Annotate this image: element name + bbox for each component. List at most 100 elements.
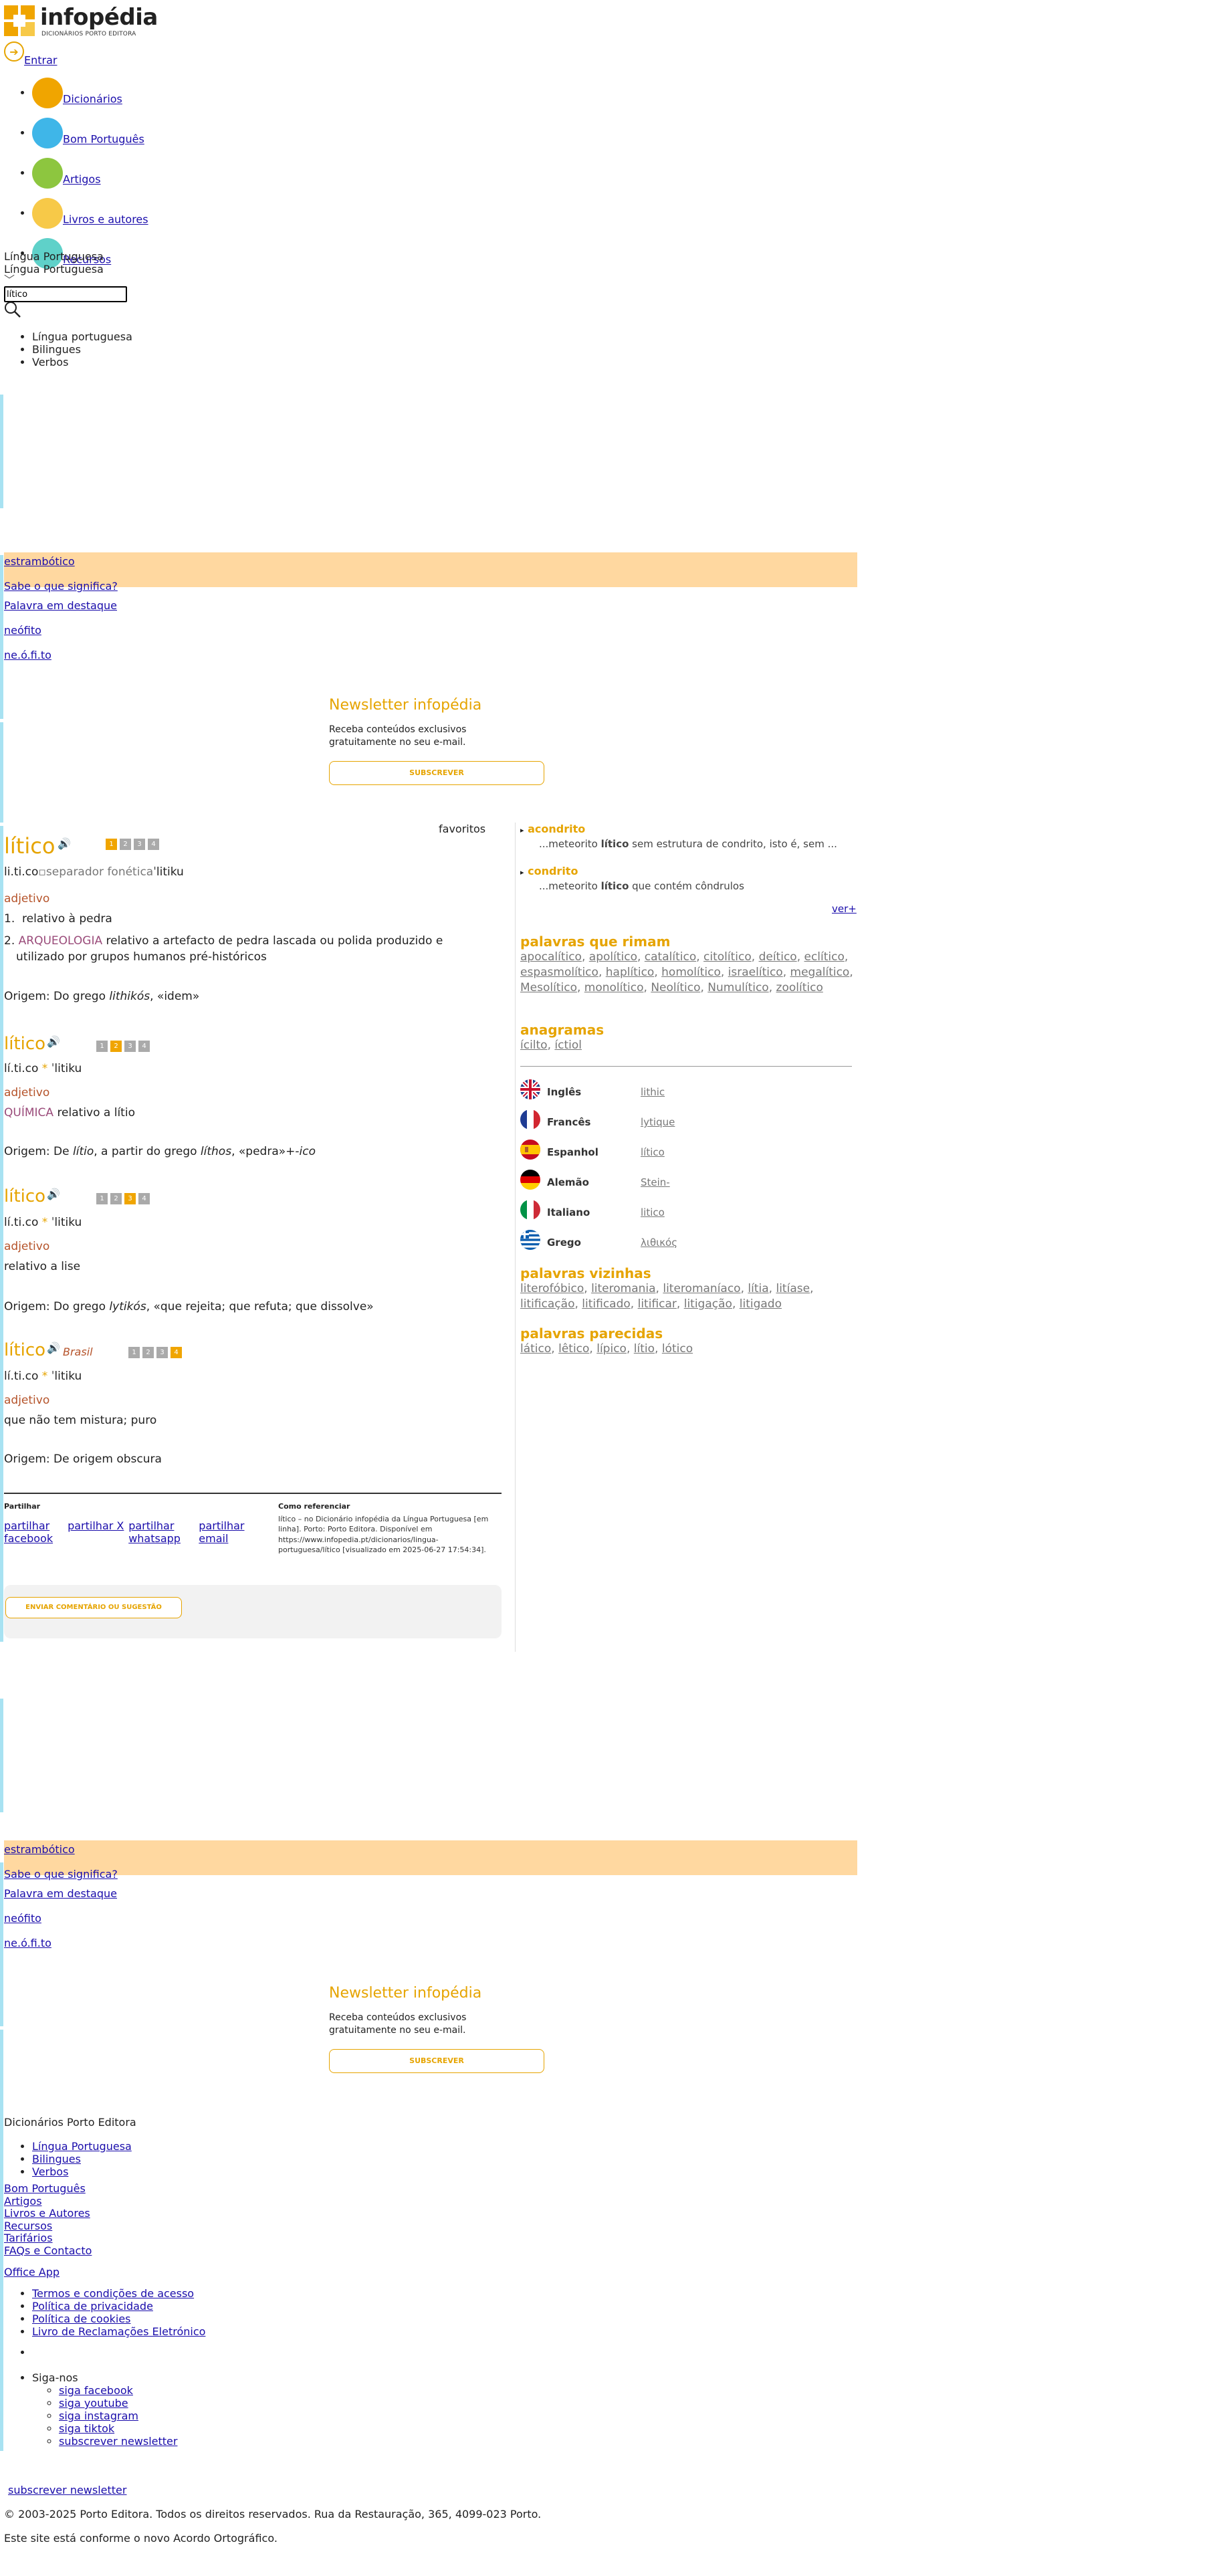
social-item[interactable]: siga facebook <box>59 2384 177 2397</box>
dictionary-selector[interactable]: Língua Portuguesa Língua Portuguesa ﹀ <box>4 250 104 286</box>
legal-item[interactable]: Termos e condições de acesso <box>32 2287 205 2300</box>
newsletter-subscribe-button[interactable]: SUBSCREVER <box>329 2049 544 2073</box>
word-of-day-word[interactable]: estrambótico <box>4 552 857 568</box>
rhymes-word-link[interactable]: citolítico <box>703 950 752 964</box>
footer-link[interactable]: Livros e Autores <box>4 2207 92 2220</box>
entry-page-button[interactable]: 4 <box>138 1041 150 1052</box>
nav-item-bom-portugues[interactable]: Bom Português <box>32 118 148 148</box>
footer-dict-link[interactable]: Bilingues <box>32 2153 81 2165</box>
entry-page-button[interactable]: 3 <box>156 1347 168 1358</box>
rhymes-word-link[interactable]: israelítico <box>728 966 783 979</box>
neighbors-word-link[interactable]: litigação <box>684 1297 732 1311</box>
rhymes-word-link[interactable]: haplítico <box>606 966 655 979</box>
rhymes-word-link[interactable]: apolítico <box>589 950 637 964</box>
legal-item[interactable]: Livro de Reclamações Eletrónico <box>32 2325 205 2338</box>
footer-dict-link[interactable]: Verbos <box>32 2165 68 2178</box>
rhymes-word-link[interactable]: Numulítico <box>707 981 768 994</box>
anagrams-word-link[interactable]: íctiol <box>554 1039 582 1052</box>
social-item[interactable]: siga tiktok <box>59 2422 177 2435</box>
audio-speaker-icon[interactable]: 🔊 <box>47 1188 60 1200</box>
see-more-link[interactable]: ver+ <box>832 903 857 915</box>
search-type-option[interactable]: Bilingues <box>32 343 132 356</box>
legal-link[interactable]: Política de privacidade <box>32 2300 153 2313</box>
social-item[interactable]: siga instagram <box>59 2409 177 2422</box>
nav-bom-portugues-link[interactable]: Bom Português <box>63 133 144 146</box>
rhymes-word-link[interactable]: megalítico <box>790 966 850 979</box>
search-type-option[interactable]: Verbos <box>32 356 132 368</box>
rhymes-word-link[interactable]: zoolítico <box>776 981 823 994</box>
translation-word-link[interactable]: lithic <box>641 1086 665 1098</box>
rhymes-word-link[interactable]: monolítico <box>584 981 644 994</box>
translation-word-link[interactable]: λιθικός <box>641 1237 677 1249</box>
translation-row[interactable]: Espanhol lítico <box>520 1140 852 1162</box>
entry-page-button[interactable]: 4 <box>148 839 159 850</box>
feedback-button[interactable]: ENVIAR COMENTÁRIO OU SUGESTÃO <box>5 1597 182 1618</box>
legal-item[interactable]: Política de privacidade <box>32 2300 205 2313</box>
share-x-link[interactable]: partilhar X <box>68 1519 125 1532</box>
search-input[interactable] <box>4 286 127 302</box>
entry-page-button[interactable]: 1 <box>96 1041 108 1052</box>
share-whatsapp-link[interactable]: partilhar whatsapp <box>128 1519 195 1545</box>
legal-item[interactable]: Política de cookies <box>32 2313 205 2325</box>
translation-row[interactable]: Inglês lithic <box>520 1079 852 1102</box>
newsletter-subscribe-button[interactable]: SUBSCREVER <box>329 761 544 785</box>
rhymes-word-link[interactable]: eclítico <box>804 950 845 964</box>
social-item[interactable]: subscrever newsletter <box>59 2435 177 2448</box>
footer-dict-link[interactable]: Língua Portuguesa <box>32 2140 132 2153</box>
nav-item-livros[interactable]: Livros e autores <box>32 198 148 229</box>
featured-syllables[interactable]: ne.ó.fi.to <box>4 649 857 661</box>
nav-livros-link[interactable]: Livros e autores <box>63 213 148 226</box>
entry-page-button[interactable]: 3 <box>124 1041 136 1052</box>
footer-link[interactable]: Recursos <box>4 2220 92 2233</box>
entry-page-button[interactable]: 1 <box>128 1347 140 1358</box>
share-facebook-link[interactable]: partilhar facebook <box>4 1519 64 1545</box>
similar-word-link[interactable]: lático <box>520 1342 551 1356</box>
rhymes-word-link[interactable]: homolítico <box>661 966 721 979</box>
example-item[interactable]: ▸ acondrito ...meteorito lítico sem estr… <box>520 823 852 850</box>
neighbors-word-link[interactable]: literomania <box>591 1282 655 1295</box>
audio-speaker-icon[interactable]: 🔊 <box>58 837 71 850</box>
legal-link[interactable]: Livro de Reclamações Eletrónico <box>32 2325 205 2338</box>
similar-word-link[interactable]: lípico <box>596 1342 627 1356</box>
rhymes-word-link[interactable]: deítico <box>759 950 797 964</box>
tiktok-link[interactable]: siga tiktok <box>59 2422 114 2435</box>
office-app-link[interactable]: Office App <box>4 2266 60 2278</box>
favorites-button[interactable]: favoritos <box>439 823 485 835</box>
featured-label[interactable]: Palavra em destaque <box>4 1887 857 1900</box>
neighbors-word-link[interactable]: litificado <box>582 1297 631 1311</box>
translation-row[interactable]: Alemão Stein- <box>520 1170 852 1192</box>
login-label[interactable]: Entrar <box>24 54 57 67</box>
legal-link[interactable]: Termos e condições de acesso <box>32 2287 194 2300</box>
translation-row[interactable]: Francês lytique <box>520 1109 852 1132</box>
footer-dict-item[interactable]: Bilingues <box>32 2153 132 2165</box>
footer-link[interactable]: Artigos <box>4 2195 92 2208</box>
rhymes-word-link[interactable]: catalítico <box>645 950 696 964</box>
audio-speaker-icon[interactable]: 🔊 <box>47 1035 60 1048</box>
word-of-day-question[interactable]: Sabe o que significa? <box>4 1856 857 1881</box>
nav-artigos-link[interactable]: Artigos <box>63 173 101 186</box>
neighbors-word-link[interactable]: litigado <box>740 1297 782 1311</box>
newsletter-link[interactable]: subscrever newsletter <box>59 2435 177 2448</box>
neighbors-word-link[interactable]: literomaníaco <box>663 1282 740 1295</box>
translation-word-link[interactable]: lytique <box>641 1116 675 1128</box>
youtube-link[interactable]: siga youtube <box>59 2397 128 2409</box>
facebook-link[interactable]: siga facebook <box>59 2384 133 2397</box>
translation-word-link[interactable]: lítico <box>641 1146 665 1158</box>
entry-page-button[interactable]: 4 <box>138 1193 150 1204</box>
rhymes-word-link[interactable]: espasmolítico <box>520 966 598 979</box>
rhymes-word-link[interactable]: apocalítico <box>520 950 582 964</box>
featured-word[interactable]: neófito <box>4 1912 857 1925</box>
audio-speaker-icon[interactable]: 🔊 <box>47 1341 60 1354</box>
entry-page-button[interactable]: 3 <box>134 839 145 850</box>
featured-label[interactable]: Palavra em destaque <box>4 599 857 612</box>
share-email-link[interactable]: partilhar email <box>199 1519 259 1545</box>
neighbors-word-link[interactable]: lítia <box>748 1282 768 1295</box>
similar-word-link[interactable]: lótico <box>662 1342 693 1356</box>
footer-dict-item[interactable]: Verbos <box>32 2165 132 2178</box>
footer-link[interactable]: FAQs e Contacto <box>4 2244 92 2258</box>
entry-page-button[interactable]: 3 <box>124 1193 136 1204</box>
footer-link[interactable]: Tarifários <box>4 2232 92 2245</box>
word-of-day-word[interactable]: estrambótico <box>4 1840 857 1856</box>
rhymes-word-link[interactable]: Mesolítico <box>520 981 577 994</box>
entry-page-button[interactable]: 2 <box>120 839 131 850</box>
